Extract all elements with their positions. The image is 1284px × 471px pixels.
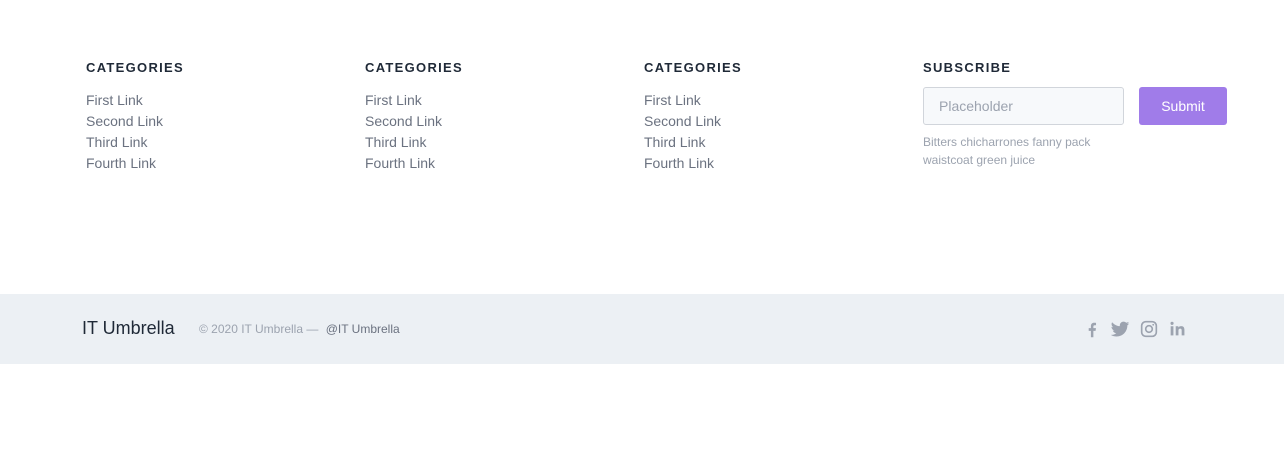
footer-links-section: CATEGORIES First Link Second Link Third … — [0, 0, 1284, 294]
third-link[interactable]: Third Link — [86, 134, 147, 150]
brand-logo[interactable]: IT Umbrella — [82, 317, 175, 339]
fourth-link[interactable]: Fourth Link — [365, 155, 435, 171]
second-link[interactable]: Second Link — [365, 113, 442, 129]
instagram-icon — [1140, 320, 1158, 338]
links-column-3: CATEGORIES First Link Second Link Third … — [644, 60, 742, 174]
links-column-1: CATEGORIES First Link Second Link Third … — [86, 60, 184, 174]
subscribe-heading: SUBSCRIBE — [923, 60, 1012, 75]
handle-link[interactable]: @IT Umbrella — [326, 322, 400, 336]
subscribe-description: Bitters chicharrones fanny pack waistcoa… — [923, 135, 1091, 167]
copyright: © 2020 IT Umbrella — @IT Umbrella — [199, 321, 400, 337]
linkedin-icon — [1170, 321, 1185, 336]
column-heading: CATEGORIES — [86, 60, 184, 75]
links-list: First Link Second Link Third Link Fourth… — [365, 90, 463, 174]
facebook-icon — [1088, 322, 1097, 338]
linkedin-link[interactable] — [1167, 318, 1189, 340]
instagram-link[interactable] — [1138, 318, 1160, 340]
first-link[interactable]: First Link — [644, 92, 701, 108]
subscribe-form: Submit — [923, 87, 1227, 125]
links-list: First Link Second Link Third Link Fourth… — [86, 90, 184, 174]
fourth-link[interactable]: Fourth Link — [86, 155, 156, 171]
footer-bar: IT Umbrella © 2020 IT Umbrella — @IT Umb… — [0, 294, 1284, 364]
fourth-link[interactable]: Fourth Link — [644, 155, 714, 171]
links-list: First Link Second Link Third Link Fourth… — [644, 90, 742, 174]
second-link[interactable]: Second Link — [86, 113, 163, 129]
third-link[interactable]: Third Link — [644, 134, 705, 150]
twitter-link[interactable] — [1109, 318, 1131, 340]
submit-button[interactable]: Submit — [1139, 87, 1227, 125]
column-heading: CATEGORIES — [644, 60, 742, 75]
subscribe-input[interactable] — [923, 87, 1124, 125]
copyright-text: © 2020 IT Umbrella — — [199, 322, 319, 336]
column-heading: CATEGORIES — [365, 60, 463, 75]
first-link[interactable]: First Link — [86, 92, 143, 108]
facebook-link[interactable] — [1081, 318, 1103, 340]
subscribe-column: SUBSCRIBE Submit Bitters chicharrones fa… — [923, 60, 1233, 167]
twitter-icon — [1110, 321, 1130, 337]
first-link[interactable]: First Link — [365, 92, 422, 108]
third-link[interactable]: Third Link — [365, 134, 426, 150]
second-link[interactable]: Second Link — [644, 113, 721, 129]
links-column-2: CATEGORIES First Link Second Link Third … — [365, 60, 463, 174]
